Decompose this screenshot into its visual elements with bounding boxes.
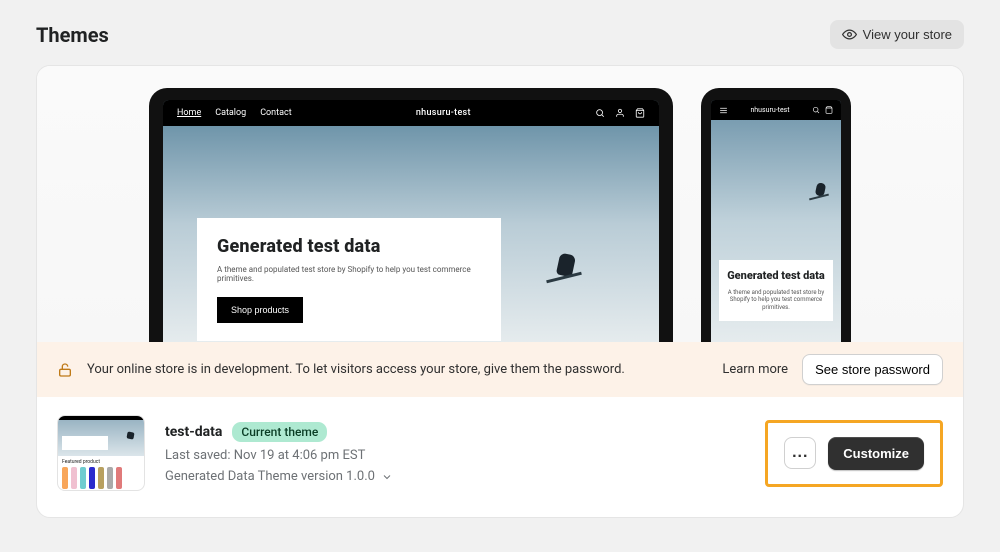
preview-shop-products-button: Shop products [217, 297, 303, 323]
bag-icon [635, 108, 645, 118]
search-icon [595, 108, 605, 118]
preview-brand: nhusuru-test [416, 108, 471, 118]
theme-actions-highlight: ... Customize [765, 420, 943, 487]
preview-nav-home: Home [177, 108, 201, 118]
theme-preview-area: Home Catalog Contact nhusuru-test Genera… [37, 66, 963, 342]
view-store-label: View your store [863, 27, 952, 42]
preview-mobile-brand: nhusuru-test [750, 106, 789, 114]
see-store-password-button[interactable]: See store password [802, 354, 943, 385]
skier-illustration [549, 250, 583, 284]
preview-desktop-topnav: Home Catalog Contact nhusuru-test [163, 100, 659, 126]
preview-hero-title: Generated test data [217, 236, 481, 257]
theme-last-saved: Last saved: Nov 19 at 4:06 pm EST [165, 448, 745, 463]
preview-hero-subtitle: A theme and populated test store by Shop… [217, 265, 481, 283]
development-banner-text: Your online store is in development. To … [87, 362, 708, 377]
page-title: Themes [36, 23, 109, 47]
view-your-store-button[interactable]: View your store [830, 20, 964, 49]
theme-card: Home Catalog Contact nhusuru-test Genera… [36, 65, 964, 518]
eye-icon [842, 27, 857, 42]
preview-nav-contact: Contact [260, 108, 291, 118]
preview-hero-card: Generated test data A theme and populate… [197, 218, 501, 341]
theme-version-text: Generated Data Theme version 1.0.0 [165, 469, 375, 484]
user-icon [615, 108, 625, 118]
more-actions-button[interactable]: ... [784, 437, 816, 469]
preview-nav-catalog: Catalog [215, 108, 246, 118]
bag-icon [825, 106, 833, 114]
chevron-down-icon [381, 471, 393, 483]
customize-button[interactable]: Customize [828, 437, 924, 470]
desktop-preview-screen: Home Catalog Contact nhusuru-test Genera… [163, 100, 659, 342]
preview-mobile-hero-title: Generated test data [727, 270, 825, 283]
theme-version-dropdown[interactable]: Generated Data Theme version 1.0.0 [165, 469, 745, 484]
lock-icon [57, 362, 73, 378]
development-banner: Your online store is in development. To … [37, 342, 963, 397]
search-icon [812, 106, 820, 114]
hamburger-icon [719, 106, 728, 115]
theme-thumbnail: Featured product [57, 415, 145, 491]
thumb-featured-label: Featured product [58, 456, 144, 467]
skier-illustration [811, 182, 829, 200]
theme-name: test-data [165, 424, 222, 440]
thumb-products [58, 467, 144, 489]
preview-mobile-hero-card: Generated test data A theme and populate… [719, 260, 833, 321]
theme-info: test-data Current theme Last saved: Nov … [165, 422, 745, 484]
preview-mobile-topnav: nhusuru-test [711, 100, 841, 120]
current-theme-badge: Current theme [232, 422, 327, 442]
current-theme-row: Featured product test-data Current theme… [37, 397, 963, 517]
preview-mobile-hero-subtitle: A theme and populated test store by Shop… [727, 289, 825, 312]
mobile-preview-frame: nhusuru-test Generated test data A theme… [701, 88, 851, 342]
desktop-preview-frame: Home Catalog Contact nhusuru-test Genera… [149, 88, 673, 342]
mobile-preview-screen: nhusuru-test Generated test data A theme… [711, 100, 841, 342]
learn-more-link[interactable]: Learn more [722, 362, 788, 377]
